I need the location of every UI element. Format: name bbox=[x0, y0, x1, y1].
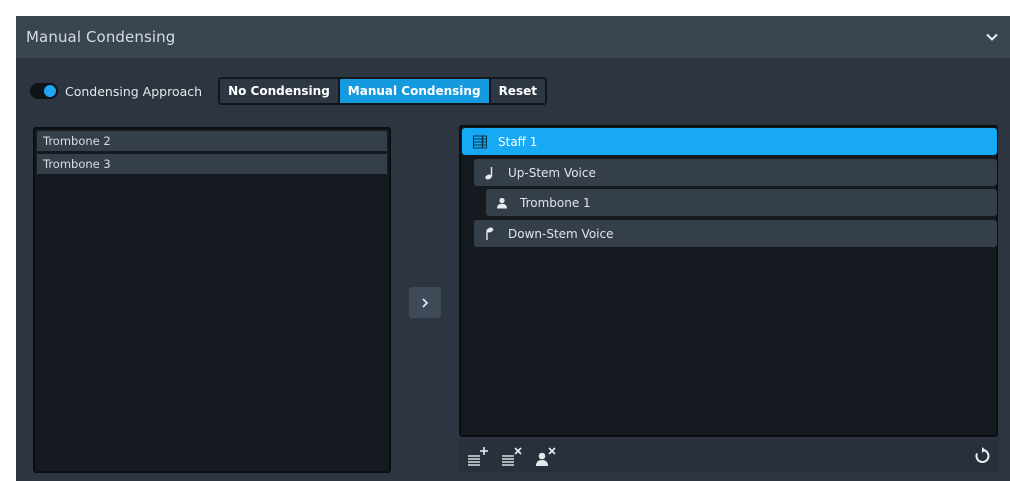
panel-title: Manual Condensing bbox=[26, 28, 176, 46]
reset-icon[interactable] bbox=[972, 446, 992, 466]
condensing-approach-row: Condensing Approach No Condensing Manual… bbox=[30, 77, 547, 105]
manual-condensing-button[interactable]: Manual Condensing bbox=[339, 79, 489, 103]
condensing-approach-toggle[interactable] bbox=[30, 83, 58, 99]
list-item[interactable]: Trombone 3 bbox=[37, 154, 387, 174]
tree-node-up-stem-voice[interactable]: Up-Stem Voice bbox=[474, 159, 997, 186]
down-stem-note-icon bbox=[482, 226, 498, 242]
tree-node-label: Staff 1 bbox=[498, 134, 538, 149]
reset-button[interactable]: Reset bbox=[490, 79, 545, 103]
add-staff-icon[interactable] bbox=[467, 446, 488, 466]
no-condensing-button[interactable]: No Condensing bbox=[220, 79, 338, 103]
tree-node-label: Down-Stem Voice bbox=[508, 226, 614, 241]
tree-node-staff[interactable]: Staff 1 bbox=[462, 128, 997, 155]
remove-staff-icon[interactable] bbox=[501, 446, 522, 466]
condensing-approach-label: Condensing Approach bbox=[65, 83, 203, 99]
chevron-down-icon[interactable] bbox=[984, 29, 1000, 45]
staff-tree-toolbar bbox=[459, 439, 998, 473]
panel-header[interactable]: Manual Condensing bbox=[16, 16, 1010, 58]
tree-node-label: Trombone 1 bbox=[520, 195, 591, 210]
condensing-approach-selector: No Condensing Manual Condensing Reset bbox=[218, 77, 547, 105]
staff-tree: Staff 1 Up-Stem Voice Trombone 1 Down-St… bbox=[459, 125, 998, 437]
staff-icon bbox=[472, 134, 488, 150]
toggle-knob bbox=[44, 85, 56, 97]
available-players-list[interactable]: Trombone 2 Trombone 3 bbox=[33, 127, 391, 473]
tree-node-down-stem-voice[interactable]: Down-Stem Voice bbox=[474, 220, 997, 247]
manual-condensing-panel: Manual Condensing Condensing Approach No… bbox=[16, 16, 1010, 481]
move-to-staff-button[interactable] bbox=[409, 287, 441, 318]
up-stem-note-icon bbox=[482, 165, 498, 181]
tree-node-label: Up-Stem Voice bbox=[508, 165, 596, 180]
tree-node-player[interactable]: Trombone 1 bbox=[486, 189, 997, 216]
list-item[interactable]: Trombone 2 bbox=[37, 131, 387, 151]
remove-player-icon[interactable] bbox=[535, 446, 556, 466]
chevron-right-icon bbox=[422, 297, 429, 308]
player-icon bbox=[494, 195, 510, 211]
